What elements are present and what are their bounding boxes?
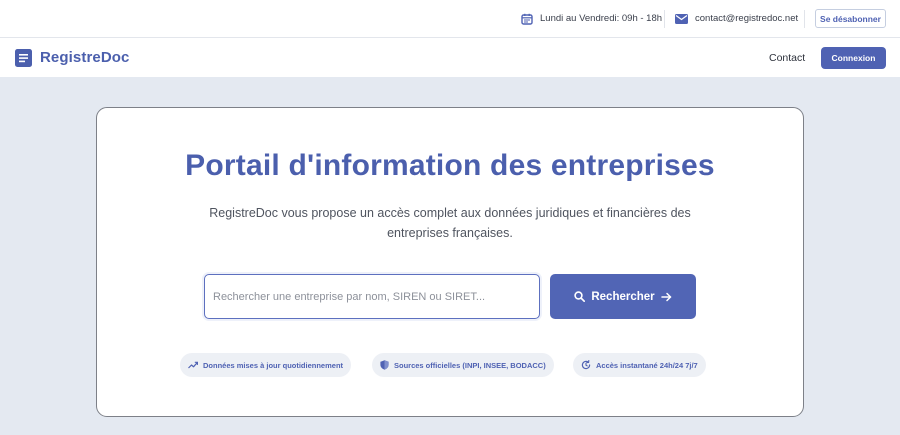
page-title: Portail d'information des entreprises — [185, 149, 715, 182]
unsubscribe-button[interactable]: Se désabonner — [815, 9, 886, 28]
divider — [664, 10, 665, 28]
feature-badge-instant-access: Accès instantané 24h/24 7j/7 — [573, 353, 706, 377]
feature-badge-official-sources: Sources officielles (INPI, INSEE, BODACC… — [372, 353, 554, 377]
feature-badge-label: Données mises à jour quotidiennement — [203, 360, 344, 370]
hero-subtitle: RegistreDoc vous propose un accès comple… — [209, 206, 691, 240]
hero-card: Portail d'information des entreprises Re… — [96, 107, 804, 417]
opening-hours-text: Lundi au Vendredi: 09h - 18h — [540, 13, 663, 24]
feature-badge-label: Accès instantané 24h/24 7j/7 — [596, 360, 698, 370]
company-search-input[interactable] — [204, 274, 540, 319]
brand-name: RegistreDoc — [40, 49, 130, 66]
main-navbar: RegistreDoc Contact Connexion — [0, 38, 900, 77]
feature-badge-daily-updates: Données mises à jour quotidiennement — [180, 353, 352, 377]
search-button-label: Rechercher — [591, 290, 655, 303]
shield-icon — [380, 360, 389, 370]
nav-contact-link[interactable]: Contact — [769, 38, 805, 77]
clock-refresh-icon — [581, 360, 591, 370]
mail-icon — [675, 13, 688, 24]
opening-hours: Lundi au Vendredi: 09h - 18h — [521, 0, 662, 37]
top-info-bar: Lundi au Vendredi: 09h - 18h contact@reg… — [0, 0, 900, 38]
contact-email[interactable]: contact@registredoc.net — [675, 0, 798, 37]
contact-email-text[interactable]: contact@registredoc.net — [695, 13, 798, 24]
feature-badge-label: Sources officielles (INPI, INSEE, BODACC… — [394, 360, 546, 370]
divider — [804, 10, 805, 28]
document-icon — [15, 48, 32, 67]
trending-up-icon — [188, 361, 198, 369]
login-button[interactable]: Connexion — [821, 47, 886, 69]
search-button[interactable]: Rechercher — [550, 274, 696, 319]
brand-logo[interactable]: RegistreDoc — [15, 38, 129, 77]
arrow-right-icon — [660, 292, 671, 301]
calendar-icon — [521, 13, 533, 25]
search-icon — [574, 291, 586, 302]
